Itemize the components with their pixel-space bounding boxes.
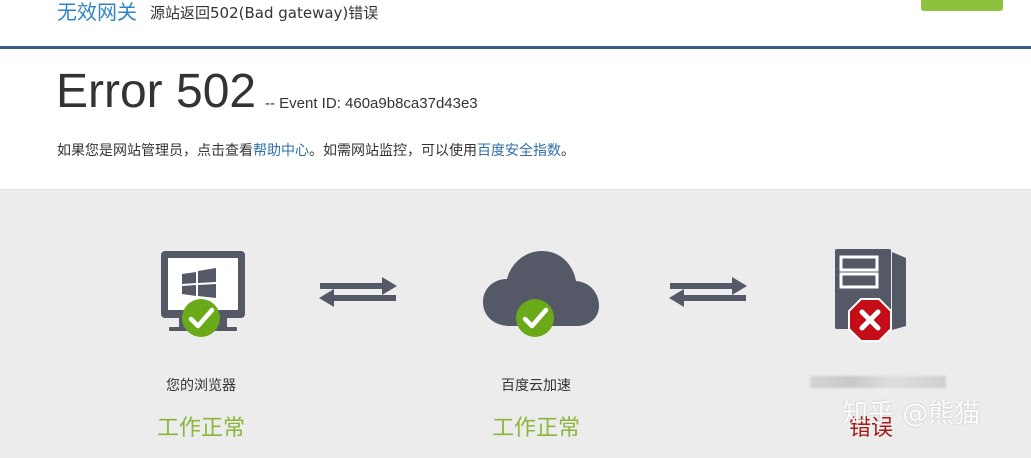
error-header-section: Error 502 -- Event ID: 460a9b8ca37d43e3 … <box>0 49 1031 190</box>
error-page: 无效网关 源站返回502(Bad gateway)错误 Error 502 --… <box>0 0 1031 458</box>
cdn-status: 工作正常 <box>491 416 580 441</box>
help-text-prefix: 如果您是网站管理员，点击查看 <box>57 143 253 159</box>
browser-status: 工作正常 <box>156 416 245 441</box>
bidirectional-arrow-icon <box>319 277 397 307</box>
redacted-server-label <box>810 376 946 388</box>
page-brand-title: 无效网关 <box>57 0 137 24</box>
ok-check-icon <box>182 299 220 337</box>
ok-check-icon <box>516 299 554 337</box>
zhihu-watermark: 知乎 @熊猫 <box>842 399 981 429</box>
bidirectional-arrow-icon <box>669 277 747 307</box>
error-x-icon <box>848 298 892 342</box>
top-header: 无效网关 源站返回502(Bad gateway)错误 <box>0 0 1031 49</box>
help-text-middle: 。如需网站监控，可以使用 <box>309 143 477 159</box>
header-action-button[interactable] <box>921 0 1003 11</box>
browser-label: 您的浏览器 <box>166 378 236 394</box>
error-subtitle: 源站返回502(Bad gateway)错误 <box>150 4 379 22</box>
help-text-suffix: 。 <box>561 143 575 159</box>
cdn-label: 百度云加速 <box>501 378 571 394</box>
event-id: -- Event ID: 460a9b8ca37d43e3 <box>265 95 478 112</box>
help-text: 如果您是网站管理员，点击查看帮助中心。如需网站监控，可以使用百度安全指数。 <box>57 140 575 160</box>
baidu-security-index-link[interactable]: 百度安全指数 <box>477 143 561 159</box>
error-code-title: Error 502 <box>56 65 257 118</box>
help-center-link[interactable]: 帮助中心 <box>253 143 309 159</box>
